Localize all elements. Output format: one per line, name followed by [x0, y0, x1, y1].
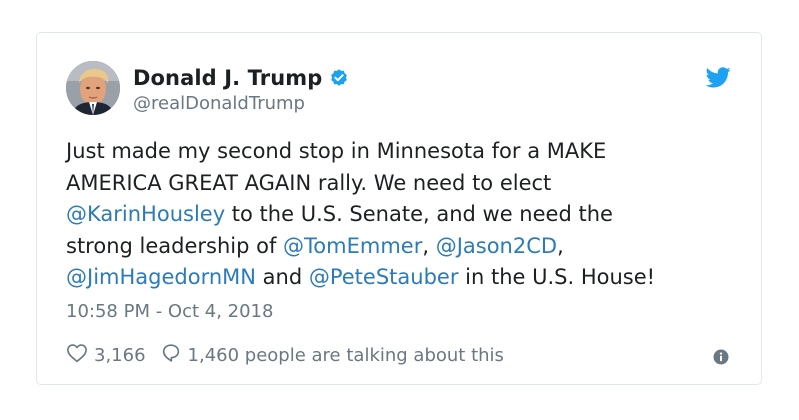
- tweet-text-line: strong leadership of @TomEmmer, @Jason2C…: [66, 231, 736, 263]
- tweet-text-line: @JimHagedornMN and @PeteStauber in the U…: [66, 262, 736, 294]
- speech-bubble-icon[interactable]: [160, 342, 182, 369]
- avatar-image: [66, 61, 120, 115]
- author-name-row: Donald J. Trump: [133, 64, 349, 92]
- tweet-card: Donald J. Trump @realDonaldTrump Just ma…: [36, 32, 762, 385]
- reply-action[interactable]: 1,460 people are talking about this: [160, 342, 504, 369]
- tweet-text-line: Just made my second stop in Minnesota fo…: [66, 136, 736, 168]
- tweet-text-segment: in the U.S. House!: [458, 265, 656, 289]
- tweet-text-segment: Just made my second stop in Minnesota fo…: [66, 139, 607, 163]
- heart-icon[interactable]: [66, 343, 88, 368]
- mention-link[interactable]: @JimHagedornMN: [66, 265, 256, 289]
- tweet-text-segment: AMERICA GREAT AGAIN rally. We need to el…: [66, 170, 552, 195]
- author-handle[interactable]: @realDonaldTrump: [133, 93, 305, 114]
- tweet-text-line: @KarinHousley to the U.S. Senate, and we…: [66, 199, 736, 231]
- mention-link[interactable]: @KarinHousley: [66, 202, 225, 226]
- info-icon[interactable]: [713, 349, 729, 365]
- tweet-text-segment: and: [255, 265, 309, 289]
- tweet-actions: 3,166 1,460 people are talking about thi…: [66, 341, 504, 369]
- conversation-count-text: 1,460 people are talking about this: [187, 344, 504, 366]
- tweet-text-line: AMERICA GREAT AGAIN rally. We need to el…: [66, 168, 736, 200]
- tweet-text-segment: strong leadership of: [66, 233, 284, 258]
- like-count: 3,166: [94, 344, 146, 366]
- like-action[interactable]: 3,166: [66, 343, 160, 368]
- avatar[interactable]: [66, 61, 120, 115]
- mention-link[interactable]: @TomEmmer: [283, 234, 422, 258]
- tweet-text: Just made my second stop in Minnesota fo…: [66, 136, 736, 294]
- author-name[interactable]: Donald J. Trump: [133, 66, 322, 90]
- tweet-text-segment: ,: [557, 233, 564, 258]
- tweet-timestamp[interactable]: 10:58 PM - Oct 4, 2018: [66, 301, 273, 322]
- verified-badge-icon: [329, 68, 349, 88]
- tweet-text-segment: ,: [422, 233, 436, 258]
- mention-link[interactable]: @PeteStauber: [309, 265, 459, 289]
- tweet-text-segment: to the U.S. Senate, and we need the: [225, 202, 613, 226]
- twitter-bird-icon[interactable]: [705, 67, 731, 88]
- mention-link[interactable]: @Jason2CD: [436, 234, 557, 258]
